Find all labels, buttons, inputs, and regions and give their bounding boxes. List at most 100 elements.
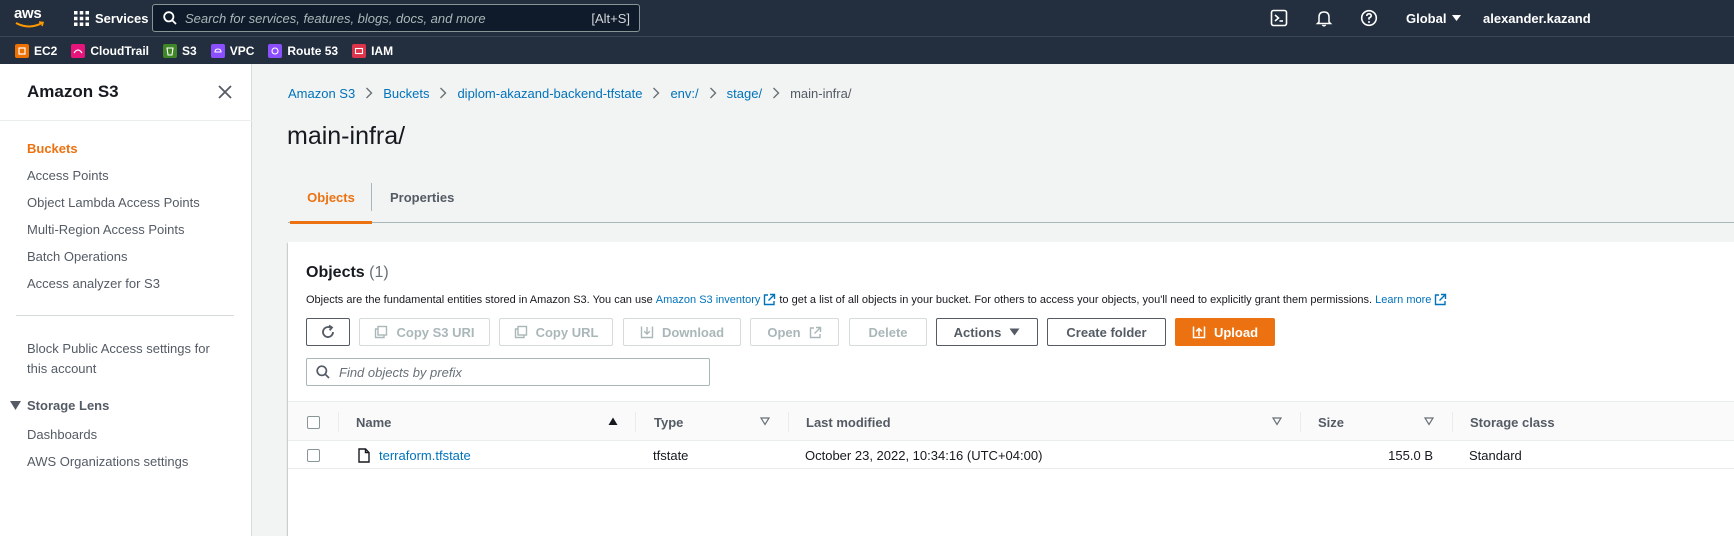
select-all-cell — [307, 402, 320, 442]
delete-button[interactable]: Delete — [849, 318, 927, 346]
learn-more-link[interactable]: Learn more — [1375, 294, 1431, 306]
sort-icon[interactable] — [1424, 416, 1434, 426]
route53-icon — [268, 43, 283, 58]
open-button[interactable]: Open — [750, 318, 839, 346]
breadcrumb-current: main-infra/ — [790, 85, 852, 101]
object-name-link[interactable]: terraform.tfstate — [379, 448, 471, 463]
upload-icon — [1192, 326, 1206, 339]
iam-icon — [352, 43, 367, 58]
region-selector[interactable]: Global — [1406, 0, 1462, 36]
column-header-size[interactable]: Size — [1318, 402, 1344, 442]
tab-properties[interactable]: Properties — [390, 172, 454, 222]
filter-placeholder: Find objects by prefix — [339, 364, 462, 380]
find-objects-input[interactable]: Find objects by prefix — [306, 358, 710, 386]
tab-divider — [371, 183, 372, 211]
desc-text-1: Objects are the fundamental entities sto… — [306, 293, 653, 306]
close-icon[interactable] — [217, 84, 233, 100]
caret-down-icon — [10, 401, 21, 410]
cloudtrail-icon — [71, 43, 86, 58]
sidebar-item-dashboards[interactable]: Dashboards — [27, 425, 97, 445]
row-type-cell: tfstate — [653, 447, 689, 463]
favorite-vpc[interactable]: VPC — [210, 43, 255, 58]
table-header: Name Type Last modified Size Storage cla… — [288, 401, 1734, 441]
favorite-cloudtrail[interactable]: CloudTrail — [71, 43, 150, 58]
column-divider — [338, 412, 339, 432]
favorites-bar: EC2 CloudTrail S3 VPC Route 53 IAM — [0, 36, 1734, 64]
copy-s3-uri-button[interactable]: Copy S3 URI — [359, 318, 490, 346]
external-link-icon — [1435, 293, 1447, 306]
search-icon — [163, 11, 177, 25]
column-header-last-modified[interactable]: Last modified — [806, 402, 891, 442]
sidebar-item-access-points[interactable]: Access Points — [27, 166, 109, 186]
sidebar-separator — [16, 315, 234, 316]
sidebar-item-aws-organizations-settings[interactable]: AWS Organizations settings — [27, 452, 188, 472]
storage-lens-section-toggle[interactable]: Storage Lens — [10, 398, 109, 413]
breadcrumb-amazon-s3[interactable]: Amazon S3 — [288, 86, 355, 101]
breadcrumb-env[interactable]: env:/ — [670, 86, 698, 101]
ec2-icon — [15, 43, 29, 58]
help-icon[interactable] — [1360, 9, 1378, 27]
sidebar-item-block-public-access[interactable]: Block Public Access settings for this ac… — [27, 339, 210, 379]
chevron-right-icon — [366, 87, 373, 99]
services-menu[interactable]: Services — [74, 0, 149, 36]
s3-inventory-link[interactable]: Amazon S3 inventory — [656, 294, 761, 306]
breadcrumb-stage[interactable]: stage/ — [727, 86, 762, 101]
chevron-right-icon — [653, 87, 660, 99]
block-public-line-2: this account — [27, 361, 97, 376]
breadcrumb-buckets[interactable]: Buckets — [383, 86, 429, 101]
sort-icon[interactable] — [760, 416, 770, 426]
favorite-iam[interactable]: IAM — [352, 43, 394, 58]
column-divider — [788, 412, 789, 432]
sidebar-title: Amazon S3 — [27, 82, 119, 101]
sort-ascending-icon[interactable] — [608, 416, 618, 426]
favorite-label: IAM — [371, 43, 394, 58]
download-icon — [640, 326, 654, 339]
breadcrumb: Amazon S3 Buckets diplom-akazand-backend… — [288, 84, 851, 102]
global-search-input[interactable]: Search for services, features, blogs, do… — [152, 4, 640, 32]
objects-count: (1) — [369, 264, 389, 281]
sort-icon[interactable] — [1272, 416, 1282, 426]
objects-heading: Objects (1) — [306, 264, 389, 282]
row-checkbox[interactable] — [307, 448, 320, 462]
table-row: terraform.tfstate tfstate October 23, 20… — [288, 441, 1734, 469]
favorite-ec2[interactable]: EC2 — [15, 43, 57, 58]
sidebar-item-access-analyzer[interactable]: Access analyzer for S3 — [27, 274, 160, 294]
notifications-bell-icon[interactable] — [1315, 9, 1333, 27]
favorite-label: VPC — [229, 43, 255, 58]
tab-objects[interactable]: Objects — [290, 172, 372, 224]
upload-button[interactable]: Upload — [1175, 318, 1275, 346]
favorite-route53[interactable]: Route 53 — [268, 43, 339, 58]
services-label: Services — [95, 10, 149, 26]
actions-dropdown[interactable]: Actions — [936, 318, 1038, 346]
download-button[interactable]: Download — [623, 318, 741, 346]
column-header-type[interactable]: Type — [654, 402, 683, 442]
copy-url-button[interactable]: Copy URL — [499, 318, 613, 346]
refresh-button[interactable] — [306, 318, 350, 346]
favorite-s3[interactable]: S3 — [163, 43, 197, 58]
favorite-label: Route 53 — [287, 43, 339, 58]
copy-url-label: Copy URL — [535, 324, 599, 340]
sidebar-item-object-lambda-access-points[interactable]: Object Lambda Access Points — [27, 193, 200, 213]
account-menu[interactable]: alexander.kazand — [1483, 0, 1591, 36]
aws-logo-text: aws — [14, 5, 42, 22]
sidebar-item-multi-region-access-points[interactable]: Multi-Region Access Points — [27, 220, 185, 240]
vpc-icon — [210, 43, 225, 58]
storage-lens-title: Storage Lens — [27, 398, 110, 413]
aws-logo[interactable]: aws — [14, 5, 50, 29]
sidebar-item-batch-operations[interactable]: Batch Operations — [27, 247, 127, 267]
favorite-label: CloudTrail — [90, 43, 150, 58]
page-title: main-infra/ — [287, 122, 406, 150]
create-folder-button[interactable]: Create folder — [1047, 318, 1166, 346]
chevron-right-icon — [773, 87, 780, 99]
breadcrumb-bucket[interactable]: diplom-akazand-backend-tfstate — [457, 86, 642, 101]
refresh-icon — [322, 324, 334, 338]
column-header-name[interactable]: Name — [356, 402, 391, 442]
open-label: Open — [767, 324, 801, 340]
caret-down-icon — [1452, 15, 1462, 21]
column-divider — [1452, 412, 1453, 432]
column-header-storage-class[interactable]: Storage class — [1470, 402, 1555, 442]
select-all-checkbox[interactable] — [307, 415, 320, 429]
cloudshell-icon[interactable] — [1270, 9, 1288, 27]
row-storage-class-cell: Standard — [1469, 447, 1522, 463]
sidebar-item-buckets[interactable]: Buckets — [27, 139, 78, 159]
